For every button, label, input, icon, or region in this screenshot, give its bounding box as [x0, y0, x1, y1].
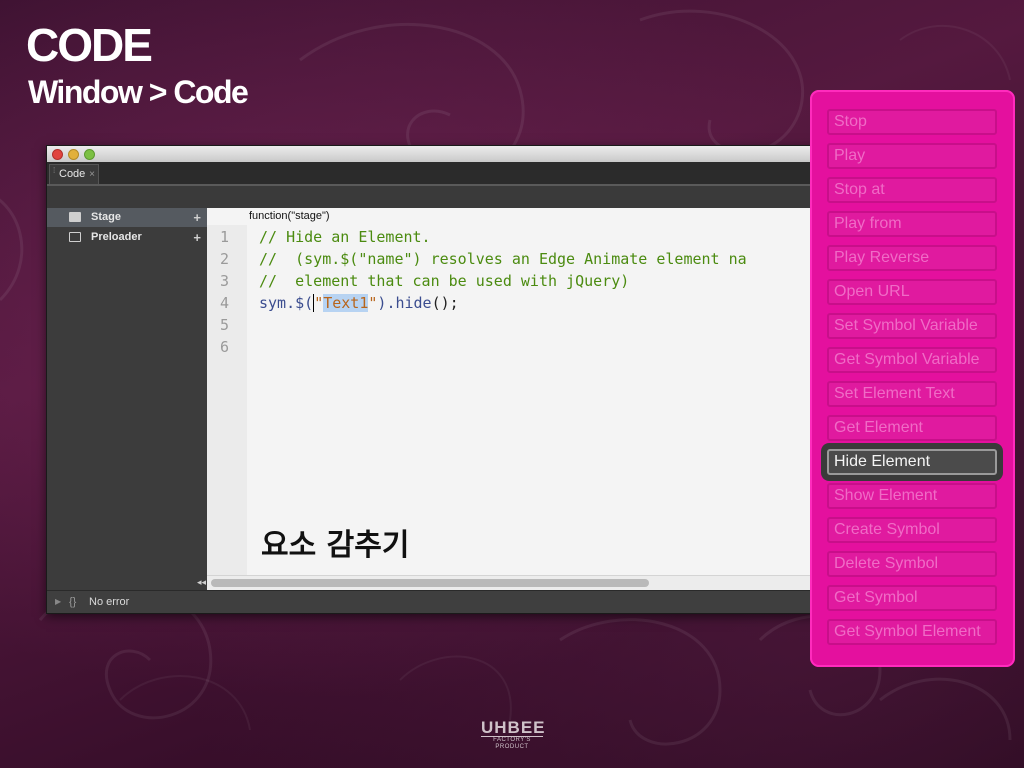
action-get-symbol-element[interactable]: Get Symbol Element — [827, 619, 997, 645]
zoom-window-button[interactable] — [84, 149, 95, 160]
tab-grip-icon: ⁞ — [53, 166, 56, 175]
action-open-url[interactable]: Open URL — [827, 279, 997, 305]
action-stop-at[interactable]: Stop at — [827, 177, 997, 203]
horizontal-scrollbar[interactable] — [207, 575, 822, 591]
logo-main-text: UHBEE — [481, 718, 546, 737]
add-icon[interactable]: + — [193, 208, 201, 227]
sidebar-item-label: Preloader — [91, 231, 142, 243]
action-get-symbol-variable[interactable]: Get Symbol Variable — [827, 347, 997, 373]
action-get-symbol[interactable]: Get Symbol — [827, 585, 997, 611]
code-token: sym.$( — [259, 294, 314, 312]
annotation-text: 요소 감추기 — [261, 528, 410, 563]
line-number: 1 — [220, 228, 230, 246]
minimize-window-button[interactable] — [68, 149, 79, 160]
line-number: 5 — [220, 316, 230, 334]
actions-panel: Stop Play Stop at Play from Play Reverse… — [810, 90, 1015, 667]
preloader-icon — [69, 232, 81, 242]
tab-code-label: Code — [59, 168, 86, 180]
window-titlebar[interactable] — [47, 146, 822, 162]
status-bar: ▶ {} No error — [47, 590, 822, 613]
tab-close-icon[interactable]: × — [89, 165, 95, 184]
selected-text: Text1 — [323, 294, 369, 312]
action-hide-element[interactable]: Hide Element — [827, 449, 997, 475]
action-delete-symbol[interactable]: Delete Symbol — [827, 551, 997, 577]
brand-logo: UHBEE FACTORY'S PRODUCT — [481, 718, 546, 750]
status-text: No error — [89, 596, 130, 608]
action-stop[interactable]: Stop — [827, 109, 997, 135]
line-number: 2 — [220, 250, 230, 268]
action-set-element-text[interactable]: Set Element Text — [827, 381, 997, 407]
code-token: .hide — [386, 294, 432, 312]
code-line-3: // element that can be used with jQuery) — [259, 272, 630, 290]
line-number: 6 — [220, 338, 230, 356]
braces-icon: {} — [69, 596, 77, 608]
action-set-symbol-variable[interactable]: Set Symbol Variable — [827, 313, 997, 339]
tab-bar: ⁞ Code × — [47, 162, 822, 186]
tab-code[interactable]: ⁞ Code × — [49, 164, 99, 184]
stage-icon — [69, 212, 81, 222]
add-icon[interactable]: + — [193, 228, 201, 247]
expand-arrow-icon[interactable]: ▶ — [55, 591, 61, 613]
function-signature: function("stage") — [249, 210, 330, 222]
collapse-sidebar-icon[interactable]: ◂◂ — [197, 578, 206, 588]
close-window-button[interactable] — [52, 149, 63, 160]
function-header: function("stage") — [207, 208, 822, 225]
code-line-2: // (sym.$("name") resolves an Edge Anima… — [259, 250, 747, 268]
sidebar-item-preloader[interactable]: Preloader + — [47, 228, 207, 247]
action-create-symbol[interactable]: Create Symbol — [827, 517, 997, 543]
line-number: 4 — [220, 294, 230, 312]
code-token: " — [313, 294, 324, 312]
code-window: ⁞ Code × Stage + Preloader + ◂◂ function… — [46, 145, 823, 614]
action-get-element[interactable]: Get Element — [827, 415, 997, 441]
action-play-reverse[interactable]: Play Reverse — [827, 245, 997, 271]
sidebar-item-stage[interactable]: Stage + — [47, 208, 207, 227]
slide-subtitle: Window > Code — [28, 74, 249, 110]
action-show-element[interactable]: Show Element — [827, 483, 997, 509]
logo-sub-text: FACTORY'S PRODUCT — [481, 736, 543, 751]
code-sidebar: Stage + Preloader + — [47, 208, 207, 590]
slide-title: CODE — [26, 19, 153, 71]
line-number: 3 — [220, 272, 230, 290]
action-play[interactable]: Play — [827, 143, 997, 169]
code-line-1: // Hide an Element. — [259, 228, 431, 246]
sidebar-item-label: Stage — [91, 211, 121, 223]
code-line-4: sym.$("Text1").hide(); — [259, 294, 459, 312]
action-play-from[interactable]: Play from — [827, 211, 997, 237]
code-token: (); — [431, 294, 459, 312]
scrollbar-thumb[interactable] — [211, 579, 649, 587]
